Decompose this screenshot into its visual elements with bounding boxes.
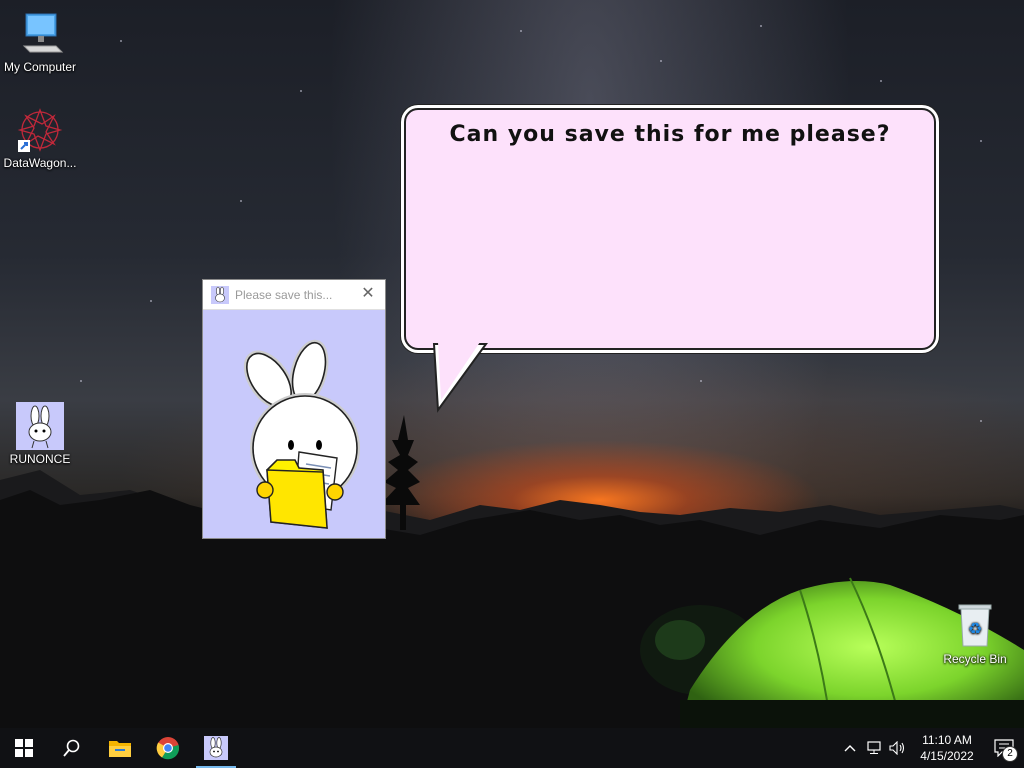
window-titlebar[interactable]: Please save this... ✕ bbox=[203, 280, 385, 310]
desktop-icon-recycle-bin[interactable]: ♻ Recycle Bin bbox=[935, 602, 1015, 666]
please-save-window[interactable]: Please save this... ✕ bbox=[202, 279, 386, 539]
notification-count-badge: 2 bbox=[1002, 746, 1018, 762]
chrome-icon bbox=[156, 737, 180, 760]
show-hidden-icons-chevron-icon[interactable] bbox=[838, 728, 862, 768]
window-body bbox=[203, 310, 385, 538]
bunny-app-icon bbox=[211, 285, 229, 304]
computer-icon bbox=[16, 10, 64, 58]
system-tray: 11:10 AM 4/15/2022 2 bbox=[838, 728, 1024, 768]
folder-icon bbox=[109, 741, 131, 757]
svg-text:♻: ♻ bbox=[968, 619, 982, 638]
search-icon bbox=[63, 739, 80, 757]
bunny-app-taskbar-button[interactable] bbox=[192, 728, 240, 768]
desktop-icon-runonce[interactable]: RUNONCE bbox=[0, 402, 80, 466]
bunny-holding-folder-illustration bbox=[243, 339, 360, 529]
chrome-button[interactable] bbox=[144, 728, 192, 768]
taskbar: 11:10 AM 4/15/2022 2 bbox=[0, 728, 1024, 768]
desktop-icon-datawagon[interactable]: DataWagon... bbox=[0, 106, 80, 170]
speech-bubble-text: Can you save this for me please? bbox=[449, 122, 891, 147]
close-icon[interactable]: ✕ bbox=[357, 284, 379, 304]
datawagon-shortcut-icon bbox=[16, 106, 64, 154]
network-icon[interactable] bbox=[862, 728, 886, 768]
action-center-button[interactable]: 2 bbox=[984, 728, 1024, 768]
search-button[interactable] bbox=[48, 728, 96, 768]
volume-icon[interactable] bbox=[886, 728, 910, 768]
window-title: Please save this... bbox=[235, 287, 333, 302]
speech-bubble-tail bbox=[432, 342, 488, 413]
recycle-bin-icon: ♻ bbox=[951, 602, 999, 650]
file-explorer-button[interactable] bbox=[96, 728, 144, 768]
bunny-app-icon bbox=[16, 402, 64, 450]
clock[interactable]: 11:10 AM 4/15/2022 bbox=[910, 732, 984, 764]
clock-time: 11:10 AM bbox=[922, 733, 972, 747]
clock-date: 4/15/2022 bbox=[920, 749, 974, 763]
start-button[interactable] bbox=[0, 728, 48, 768]
bunny-app-icon bbox=[204, 736, 228, 760]
windows-start-icon bbox=[15, 739, 33, 757]
desktop-icon-my-computer[interactable]: My Computer bbox=[0, 10, 80, 74]
speech-bubble: Can you save this for me please? bbox=[404, 108, 936, 350]
